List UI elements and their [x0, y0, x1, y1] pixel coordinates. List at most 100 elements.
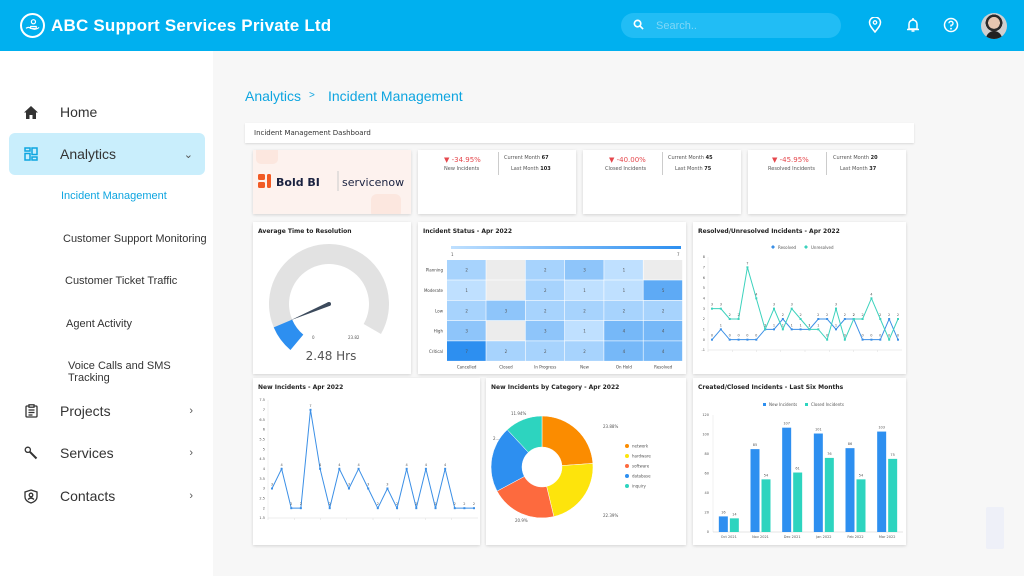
sidebar-item-label: Home: [60, 104, 98, 120]
bar-new-incidents: [718, 516, 728, 532]
data-label: 3: [271, 483, 273, 487]
contact-shield-icon: [23, 488, 39, 504]
subnav-agent-activity[interactable]: Agent Activity: [66, 318, 132, 330]
data-point: [737, 338, 740, 341]
data-label: 2: [463, 502, 465, 506]
user-avatar[interactable]: [981, 13, 1007, 39]
heatmap-cell-label: 1: [583, 288, 586, 293]
data-label: 4: [444, 463, 447, 467]
data-label: 1: [835, 323, 837, 327]
gauge-needle: [290, 302, 330, 321]
donut-data-label: 22.39%: [603, 513, 618, 518]
data-label: 0: [861, 334, 863, 338]
card-title: Average Time to Resolution: [258, 228, 352, 235]
bar-data-label: 76: [827, 452, 831, 456]
bell-icon[interactable]: [903, 15, 923, 35]
heatmap-cell: [486, 280, 525, 300]
y-tick-label: 2.5: [259, 497, 265, 501]
data-point: [319, 467, 322, 470]
subnav-customer-support-monitoring[interactable]: Customer Support Monitoring: [63, 233, 207, 245]
data-point: [879, 338, 882, 341]
data-point: [843, 338, 846, 341]
subnav-incident-management[interactable]: Incident Management: [61, 190, 167, 202]
brand[interactable]: ABC Support Services Private Ltd: [20, 13, 331, 38]
new-incidents-line-chart: 1.5 2 2.5 3 3.5 4 4.5 5 5.5 6 6.5 7 7.5 3 4 2 2 7 4 2 4 3 4 3 2 3…: [259, 398, 478, 520]
data-label: 2: [377, 502, 379, 506]
data-point: [434, 507, 437, 510]
data-label: 2: [290, 502, 292, 506]
sidebar-item-contacts[interactable]: Contacts ›: [9, 475, 205, 517]
bar-data-label: 85: [753, 443, 757, 447]
data-point: [790, 307, 793, 310]
kpi-percent: ▼ -45.95%: [772, 156, 809, 164]
heatmap-cell-label: 1: [465, 288, 468, 293]
y-tick-label: 1.5: [259, 516, 265, 520]
subnav-voice-calls-sms[interactable]: Voice Calls and SMS Tracking: [68, 360, 213, 384]
created-closed-bar-chart: New Incidents Closed Incidents 0 20 40 60 80 10…: [702, 402, 903, 539]
bar-closed-incidents: [824, 457, 834, 532]
x-tick-label: Dec 2021: [784, 535, 801, 539]
chevron-down-icon: ⌄: [183, 148, 193, 161]
top-bar: ABC Support Services Private Ltd: [0, 0, 1024, 51]
kpi-current-month: Current Month 45: [668, 155, 713, 161]
sidebar-item-projects[interactable]: Projects ›: [9, 390, 205, 432]
clipboard-icon: [23, 403, 39, 419]
data-label: 1: [817, 323, 819, 327]
resolved-chart-card: Resolved/Unresolved Incidents - Apr 2022…: [693, 222, 906, 374]
data-point: [444, 467, 447, 470]
data-label: 0: [879, 334, 881, 338]
scroll-to-top-button[interactable]: [986, 507, 1004, 549]
kpi-current-month: Current Month 20: [833, 155, 878, 161]
breadcrumb-analytics[interactable]: Analytics: [245, 88, 301, 104]
sidebar-item-analytics[interactable]: Analytics ⌄: [9, 133, 205, 175]
heatmap-x-label: Resolved: [654, 365, 673, 370]
x-tick-label: Oct 2021: [721, 535, 737, 539]
data-point: [897, 338, 899, 341]
help-circle-icon[interactable]: [941, 15, 961, 35]
data-point: [719, 328, 722, 331]
kpi-percent: ▼ -40.00%: [609, 156, 646, 164]
legend-label: database: [632, 474, 651, 479]
bar-data-label: 61: [795, 467, 799, 471]
data-point: [711, 338, 713, 341]
hand-holding-person-icon: [20, 13, 45, 38]
data-label: 1: [720, 323, 722, 327]
data-label: 0: [729, 334, 731, 338]
bar-data-label: 75: [890, 453, 894, 457]
y-tick-label: 40: [705, 491, 709, 495]
data-label: 1: [764, 323, 766, 327]
bar-data-label: 107: [783, 422, 790, 426]
partner-logos: Bold BI servicenow: [256, 150, 404, 214]
bar-closed-incidents: [793, 472, 803, 532]
heatmap-x-label: Cancelled: [457, 365, 477, 370]
sidebar-item-home[interactable]: Home: [9, 91, 205, 133]
heatmap-cell-label: 3: [544, 329, 547, 334]
heatmap-cell: [486, 260, 525, 280]
sidebar-item-services[interactable]: Services ›: [9, 432, 205, 474]
logo-card: Bold BI servicenow: [253, 150, 411, 214]
created-closed-card: Created/Closed Incidents - Last Six Mont…: [693, 378, 906, 545]
search-box[interactable]: [621, 13, 841, 38]
data-label: 0: [746, 334, 748, 338]
dashboard-title: Incident Management Dashboard: [245, 123, 914, 143]
data-point: [309, 408, 312, 411]
data-point: [808, 328, 811, 331]
search-icon: [633, 17, 644, 35]
location-pin-icon[interactable]: [865, 15, 885, 35]
kpi-last-month: Last Month 103: [511, 166, 551, 172]
data-point: [843, 318, 846, 320]
y-tick-label: 3: [263, 487, 265, 491]
heatmap-x-label: On Hold: [616, 365, 633, 370]
kpi-label: Closed Incidents: [605, 166, 647, 172]
subnav-customer-ticket-traffic[interactable]: Customer Ticket Traffic: [65, 275, 177, 287]
data-label: 3: [367, 483, 369, 487]
search-input[interactable]: [656, 19, 826, 32]
gauge-card: Average Time to Resolution 0 23.82 2.48 …: [253, 222, 411, 374]
data-point: [870, 338, 873, 341]
data-label: 0: [711, 334, 713, 338]
heatmap-y-label: High: [434, 329, 444, 334]
bar-new-incidents: [845, 448, 855, 532]
donut-slice-network: [541, 415, 594, 466]
data-label: 4: [425, 463, 428, 467]
wrench-icon: [23, 445, 39, 461]
